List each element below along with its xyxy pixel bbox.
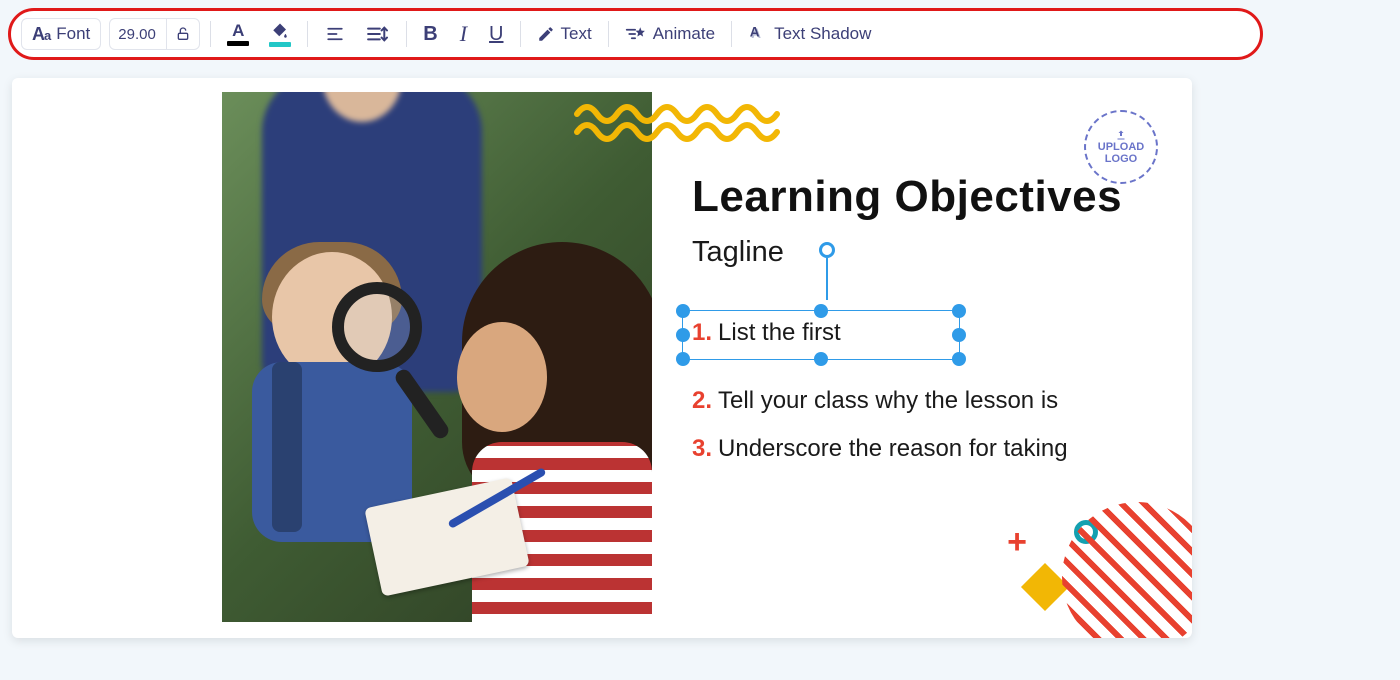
rotate-handle-line — [826, 258, 828, 300]
svg-text:A: A — [750, 25, 760, 39]
font-size-input[interactable] — [110, 26, 166, 43]
squiggle-decoration — [572, 102, 792, 142]
unlock-icon — [175, 26, 191, 42]
line-spacing-icon — [366, 25, 390, 43]
font-picker-button[interactable]: Aa Font — [21, 18, 101, 50]
resize-handle[interactable] — [952, 352, 966, 366]
selection-box[interactable] — [682, 310, 960, 360]
editor-canvas[interactable]: UPLOAD LOGO Learning Objectives Tagline … — [12, 78, 1192, 638]
list-item[interactable]: 3.Underscore the reason for taking — [692, 435, 1152, 463]
divider — [210, 21, 211, 47]
text-effects-label: Text — [561, 24, 592, 44]
animate-icon — [625, 25, 647, 43]
underline-button[interactable]: U — [483, 19, 509, 50]
resize-handle[interactable] — [676, 328, 690, 342]
divider — [608, 21, 609, 47]
divider — [406, 21, 407, 47]
font-label: Font — [56, 24, 90, 44]
pencil-icon — [537, 25, 555, 43]
divider — [307, 21, 308, 47]
resize-handle[interactable] — [676, 352, 690, 366]
resize-handle[interactable] — [952, 304, 966, 318]
bold-button[interactable]: B — [417, 19, 443, 50]
plus-decoration: + — [1007, 523, 1027, 562]
text-shadow-icon: AA — [748, 25, 768, 43]
animate-button[interactable]: Animate — [619, 20, 721, 48]
upload-icon — [1114, 129, 1128, 141]
highlight-color-swatch — [269, 42, 291, 47]
rotate-handle[interactable] — [819, 242, 835, 258]
slide-tagline[interactable]: Tagline — [692, 236, 784, 269]
text-color-swatch — [227, 41, 249, 46]
list-number: 3. — [692, 435, 712, 462]
lock-aspect-button[interactable] — [166, 19, 199, 49]
text-color-button[interactable]: A — [221, 18, 255, 50]
divider — [520, 21, 521, 47]
font-size-control[interactable] — [109, 18, 200, 50]
slide-content: UPLOAD LOGO Learning Objectives Tagline … — [652, 92, 1182, 622]
align-left-icon — [324, 25, 346, 43]
font-icon: Aa — [32, 24, 50, 45]
upload-logo-placeholder[interactable]: UPLOAD LOGO — [1084, 110, 1158, 184]
italic-icon: I — [460, 21, 467, 47]
list-text: Tell your class why the lesson is — [718, 387, 1058, 414]
text-toolbar: Aa Font A B I U Text Animate AA — [8, 8, 1263, 60]
slide-title[interactable]: Learning Objectives — [692, 172, 1152, 222]
bold-icon: B — [423, 23, 437, 46]
align-button[interactable] — [318, 21, 352, 47]
animate-label: Animate — [653, 24, 715, 44]
divider — [731, 21, 732, 47]
underline-icon: U — [489, 23, 503, 46]
resize-handle[interactable] — [814, 304, 828, 318]
list-number: 2. — [692, 387, 712, 414]
list-text: Underscore the reason for taking — [718, 435, 1068, 462]
resize-handle[interactable] — [952, 328, 966, 342]
list-item[interactable]: 2.Tell your class why the lesson is — [692, 387, 1152, 415]
slide-image[interactable] — [222, 92, 652, 622]
text-shadow-label: Text Shadow — [774, 24, 871, 44]
resize-handle[interactable] — [676, 304, 690, 318]
line-spacing-button[interactable] — [360, 21, 396, 47]
text-effects-button[interactable]: Text — [531, 20, 598, 48]
italic-button[interactable]: I — [454, 17, 473, 51]
paint-bucket-icon — [270, 22, 290, 40]
text-color-icon: A — [232, 22, 244, 39]
text-shadow-button[interactable]: AA Text Shadow — [742, 20, 877, 48]
resize-handle[interactable] — [814, 352, 828, 366]
highlight-color-button[interactable] — [263, 18, 297, 51]
slide[interactable]: UPLOAD LOGO Learning Objectives Tagline … — [222, 92, 1182, 622]
